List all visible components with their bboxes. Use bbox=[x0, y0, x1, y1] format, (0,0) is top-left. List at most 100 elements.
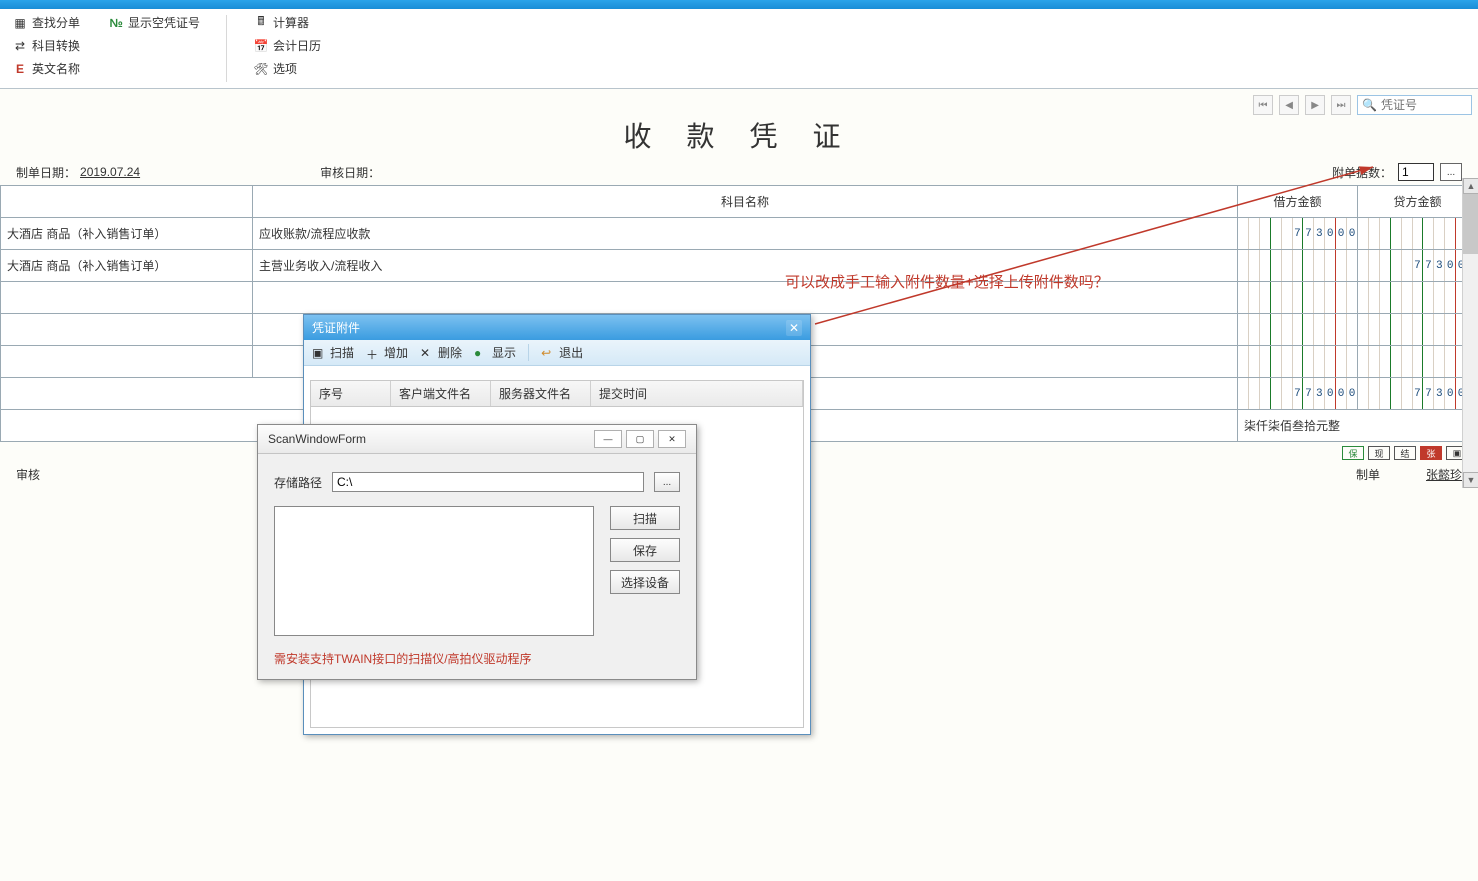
cell-summary[interactable] bbox=[1, 314, 253, 346]
scan-dialog: ScanWindowForm — ▢ ✕ 存储路径 ... 扫描 保存 选择设备… bbox=[257, 424, 697, 680]
table-row[interactable] bbox=[1, 282, 1478, 314]
attachment-grid-header: 序号 客户端文件名 服务器文件名 提交时间 bbox=[311, 381, 803, 407]
scroll-up-icon[interactable]: ▲ bbox=[1463, 178, 1478, 194]
cell-debit[interactable] bbox=[1238, 282, 1358, 314]
toolbar-exit-button[interactable]: ↩ 退出 bbox=[541, 344, 583, 361]
vertical-scrollbar[interactable]: ▲ ▼ bbox=[1462, 178, 1478, 488]
toolbar-label: 删除 bbox=[438, 344, 462, 361]
toolbar-label: 显示 bbox=[492, 344, 516, 361]
ribbon-calculator[interactable]: 🖩计算器 bbox=[251, 13, 323, 32]
col-seq[interactable]: 序号 bbox=[311, 381, 391, 406]
cell-summary[interactable] bbox=[1, 346, 253, 378]
tools-icon: 🛠 bbox=[253, 61, 269, 77]
scan-icon: ▣ bbox=[312, 346, 326, 360]
attachments-count-input[interactable] bbox=[1398, 163, 1434, 181]
col-summary bbox=[1, 186, 253, 218]
cell-summary[interactable] bbox=[1, 282, 253, 314]
scroll-down-icon[interactable]: ▼ bbox=[1463, 472, 1478, 488]
cell-summary[interactable]: 大酒店 商品（补入销售订单） bbox=[1, 250, 253, 282]
badge-zhang[interactable]: 张 bbox=[1420, 446, 1442, 460]
cell-credit[interactable]: 773000 bbox=[1358, 250, 1478, 282]
view-icon: ● bbox=[474, 346, 488, 360]
maker-label: 制单 bbox=[1356, 466, 1380, 483]
cell-summary[interactable]: 大酒店 商品（补入销售订单） bbox=[1, 218, 253, 250]
badge-cash[interactable]: 现 bbox=[1368, 446, 1390, 460]
storage-path-input[interactable] bbox=[332, 472, 644, 492]
total-debit: 773000 bbox=[1238, 378, 1358, 410]
ribbon-accounting-calendar[interactable]: 📅会计日历 bbox=[251, 36, 323, 55]
cell-credit[interactable] bbox=[1358, 218, 1478, 250]
col-server-file[interactable]: 服务器文件名 bbox=[491, 381, 591, 406]
close-button[interactable]: ✕ bbox=[658, 430, 686, 448]
ribbon-options[interactable]: 🛠选项 bbox=[251, 59, 323, 78]
toolbar-add-button[interactable]: ＋ 增加 bbox=[366, 344, 408, 361]
ribbon-show-empty-voucher[interactable]: №显示空凭证号 bbox=[106, 13, 202, 32]
col-subject: 科目名称 bbox=[253, 186, 1238, 218]
toolbar-label: 扫描 bbox=[330, 344, 354, 361]
cell-credit[interactable] bbox=[1358, 314, 1478, 346]
cell-subject[interactable]: 主营业务收入/流程收入 bbox=[253, 250, 1238, 282]
badge-settle[interactable]: 结 bbox=[1394, 446, 1416, 460]
save-button[interactable]: 保存 bbox=[610, 538, 680, 562]
attachment-toolbar: ▣ 扫描 ＋ 增加 ✕删除 ● 显示 ↩ 退出 bbox=[304, 340, 810, 366]
attachment-dialog-title: 凭证附件 bbox=[312, 319, 360, 336]
ribbon-label: 选项 bbox=[273, 60, 297, 77]
window-titlebar bbox=[0, 0, 1478, 9]
attachments-label: 附单据数： bbox=[1332, 164, 1392, 181]
attachment-dialog-titlebar[interactable]: 凭证附件 ✕ bbox=[304, 315, 810, 340]
ribbon-label: 科目转换 bbox=[32, 37, 80, 54]
cell-credit[interactable] bbox=[1358, 346, 1478, 378]
ribbon-toolbar: ▦查找分单 ⇄科目转换 E英文名称 №显示空凭证号 🖩计算器 📅会计日历 🛠选项 bbox=[0, 9, 1478, 89]
table-row[interactable]: 大酒店 商品（补入销售订单）主营业务收入/流程收入 773000 bbox=[1, 250, 1478, 282]
ribbon-label: 计算器 bbox=[273, 14, 309, 31]
cell-debit[interactable] bbox=[1238, 314, 1358, 346]
letter-e-icon: E bbox=[12, 61, 28, 77]
number-badge-icon: № bbox=[108, 15, 124, 31]
swap-icon: ⇄ bbox=[12, 38, 28, 54]
close-icon[interactable]: ✕ bbox=[786, 320, 802, 336]
toolbar-scan-button[interactable]: ▣ 扫描 bbox=[312, 344, 354, 361]
scan-dialog-titlebar[interactable]: ScanWindowForm — ▢ ✕ bbox=[258, 425, 696, 454]
ribbon-label: 显示空凭证号 bbox=[128, 14, 200, 31]
cell-subject[interactable]: 应收账款/流程应收款 bbox=[253, 218, 1238, 250]
cell-debit[interactable] bbox=[1238, 250, 1358, 282]
ribbon-english-name[interactable]: E英文名称 bbox=[10, 59, 82, 78]
ribbon-find-split[interactable]: ▦查找分单 bbox=[10, 13, 82, 32]
audit-date-label: 审核日期： bbox=[320, 164, 380, 181]
ribbon-subject-convert[interactable]: ⇄科目转换 bbox=[10, 36, 82, 55]
calculator-icon: 🖩 bbox=[253, 15, 269, 31]
maximize-button[interactable]: ▢ bbox=[626, 430, 654, 448]
total-credit: 773000 bbox=[1358, 378, 1478, 410]
add-icon: ＋ bbox=[366, 346, 380, 360]
toolbar-label: 退出 bbox=[559, 344, 583, 361]
minimize-button[interactable]: — bbox=[594, 430, 622, 448]
attachments-browse-button[interactable]: ... bbox=[1440, 163, 1462, 181]
maker-value: 张懿珍 bbox=[1426, 466, 1462, 483]
browse-path-button[interactable]: ... bbox=[654, 472, 680, 492]
badge-save[interactable]: 保 bbox=[1342, 446, 1364, 460]
audit-label: 审核 bbox=[16, 466, 40, 483]
toolbar-delete-button[interactable]: ✕删除 bbox=[420, 344, 462, 361]
cell-debit[interactable] bbox=[1238, 346, 1358, 378]
ribbon-label: 会计日历 bbox=[273, 37, 321, 54]
make-date-value[interactable]: 2019.07.24 bbox=[80, 165, 140, 179]
voucher-title: 收 款 凭 证 bbox=[0, 99, 1478, 163]
cell-subject[interactable] bbox=[253, 282, 1238, 314]
make-date-label: 制单日期： bbox=[16, 164, 76, 181]
ribbon-label: 查找分单 bbox=[32, 14, 80, 31]
scan-button[interactable]: 扫描 bbox=[610, 506, 680, 530]
cell-credit[interactable] bbox=[1358, 282, 1478, 314]
select-device-button[interactable]: 选择设备 bbox=[610, 570, 680, 594]
col-submit-time[interactable]: 提交时间 bbox=[591, 381, 803, 406]
table-row[interactable]: 大酒店 商品（补入销售订单）应收账款/流程应收款773000 bbox=[1, 218, 1478, 250]
scan-driver-note: 需安装支持TWAIN接口的扫描仪/高拍仪驱动程序 bbox=[274, 650, 680, 667]
cell-debit[interactable]: 773000 bbox=[1238, 218, 1358, 250]
grid-icon: ▦ bbox=[12, 15, 28, 31]
col-client-file[interactable]: 客户端文件名 bbox=[391, 381, 491, 406]
cn-amount: 柒仟柒佰叁拾元整 bbox=[1238, 410, 1478, 442]
toolbar-view-button[interactable]: ● 显示 bbox=[474, 344, 516, 361]
exit-icon: ↩ bbox=[541, 346, 555, 360]
scroll-thumb[interactable] bbox=[1463, 194, 1478, 254]
ribbon-label: 英文名称 bbox=[32, 60, 80, 77]
toolbar-label: 增加 bbox=[384, 344, 408, 361]
